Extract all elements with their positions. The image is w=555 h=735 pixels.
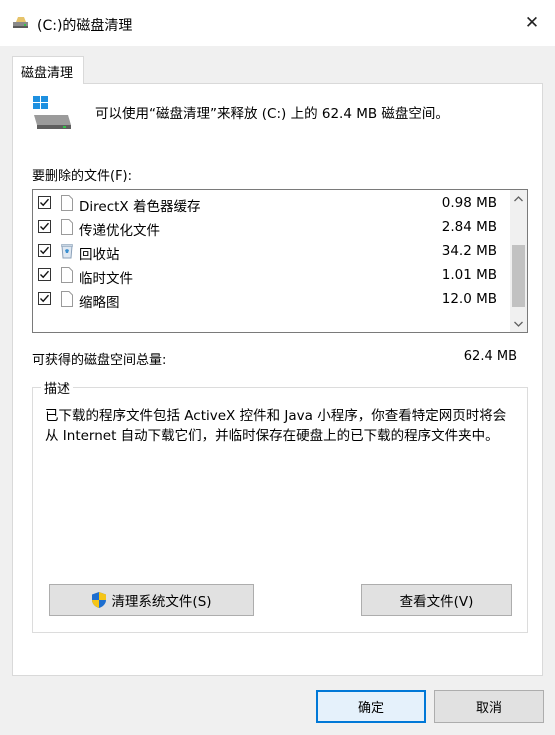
- info-text: 可以使用“磁盘清理”来释放 (C:) 上的 62.4 MB 磁盘空间。: [95, 106, 449, 122]
- files-to-delete-label: 要删除的文件(F):: [32, 169, 133, 184]
- scroll-thumb[interactable]: [512, 245, 525, 307]
- item-size: 2.84 MB: [441, 219, 497, 235]
- description-text: 已下载的程序文件包括 ActiveX 控件和 Java 小程序，你查看特定网页时…: [45, 408, 507, 444]
- checkbox[interactable]: [38, 292, 51, 305]
- total-space-value: 62.4 MB: [463, 349, 517, 364]
- recycle-bin-icon: [61, 244, 73, 259]
- chevron-down-icon: [514, 321, 523, 327]
- cancel-label: 取消: [475, 701, 502, 716]
- disk-cleanup-icon: [13, 17, 28, 28]
- item-size: 34.2 MB: [441, 243, 497, 259]
- description-group: 描述 已下载的程序文件包括 ActiveX 控件和 Java 小程序，你查看特定…: [32, 378, 528, 633]
- title-bar: (C:)的磁盘清理 ✕: [0, 0, 555, 46]
- check-icon: [40, 246, 50, 255]
- check-icon: [40, 222, 50, 231]
- drive-icon: [33, 96, 71, 129]
- uac-shield-icon: [92, 592, 107, 608]
- item-size: 0.98 MB: [441, 195, 497, 211]
- item-name: 回收站: [79, 247, 120, 263]
- checkbox[interactable]: [38, 268, 51, 281]
- item-name: 临时文件: [79, 271, 133, 287]
- close-icon: ✕: [524, 13, 540, 33]
- scroll-up-button[interactable]: [510, 190, 527, 207]
- view-files-button[interactable]: 查看文件(V): [361, 584, 512, 616]
- tab-label: 磁盘清理: [21, 66, 74, 81]
- file-icon: [61, 267, 73, 283]
- file-icon: [61, 219, 73, 235]
- window-title: (C:)的磁盘清理: [37, 18, 133, 34]
- tab-panel: 可以使用“磁盘清理”来释放 (C:) 上的 62.4 MB 磁盘空间。 要删除的…: [12, 83, 543, 676]
- checkbox[interactable]: [38, 196, 51, 209]
- list-item[interactable]: 缩略图 12.0 MB: [33, 288, 509, 312]
- view-files-label: 查看文件(V): [399, 594, 474, 610]
- total-space-label: 可获得的磁盘空间总量:: [32, 353, 167, 368]
- checkbox[interactable]: [38, 220, 51, 233]
- cleanup-system-files-button[interactable]: 清理系统文件(S): [49, 584, 254, 616]
- vertical-scrollbar[interactable]: [510, 190, 527, 332]
- check-icon: [40, 270, 50, 279]
- scroll-down-button[interactable]: [510, 315, 527, 332]
- tab-disk-cleanup[interactable]: 磁盘清理: [12, 56, 84, 84]
- item-size: 12.0 MB: [441, 291, 497, 307]
- cleanup-system-files-label: 清理系统文件(S): [111, 594, 212, 610]
- ok-button[interactable]: 确定: [316, 690, 426, 723]
- file-icon: [61, 291, 73, 307]
- description-legend: 描述: [41, 378, 74, 397]
- files-list[interactable]: DirectX 着色器缓存 0.98 MB 传递优化文件 2.84 MB 回收站…: [32, 189, 528, 333]
- list-item[interactable]: 传递优化文件 2.84 MB: [33, 216, 509, 240]
- cancel-button[interactable]: 取消: [434, 690, 544, 723]
- item-size: 1.01 MB: [441, 267, 497, 283]
- checkbox[interactable]: [38, 244, 51, 257]
- list-item[interactable]: 回收站 34.2 MB: [33, 240, 509, 264]
- close-button[interactable]: ✕: [509, 0, 555, 46]
- item-name: 缩略图: [79, 295, 120, 311]
- list-item[interactable]: DirectX 着色器缓存 0.98 MB: [33, 192, 509, 216]
- file-icon: [61, 195, 73, 211]
- chevron-up-icon: [514, 195, 523, 201]
- ok-label: 确定: [357, 701, 384, 716]
- check-icon: [40, 294, 50, 303]
- list-item[interactable]: 临时文件 1.01 MB: [33, 264, 509, 288]
- check-icon: [40, 198, 50, 207]
- item-name: 传递优化文件: [79, 223, 160, 239]
- item-name: DirectX 着色器缓存: [79, 199, 201, 215]
